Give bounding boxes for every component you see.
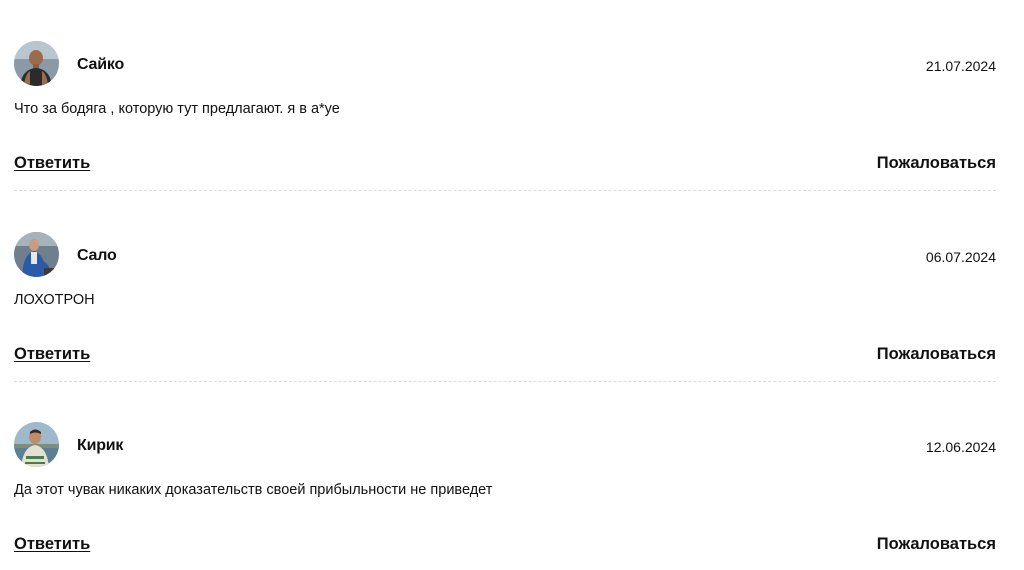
reply-button[interactable]: Ответить bbox=[14, 533, 90, 555]
comment-date: 21.07.2024 bbox=[925, 58, 996, 74]
comments-list: Сайко 21.07.2024 Что за бодяга , которую… bbox=[0, 0, 1024, 570]
user-photo-icon bbox=[14, 41, 59, 86]
report-button[interactable]: Пожаловаться bbox=[877, 343, 996, 365]
comment-text: Да этот чувак никаких доказательств свое… bbox=[14, 482, 493, 498]
comment-text: Что за бодяга , которую тут предлагают. … bbox=[14, 101, 340, 117]
comment-header: Сайко 21.07.2024 bbox=[14, 41, 996, 87]
comment-author: Сало bbox=[77, 247, 117, 264]
comment-item: Сало 06.07.2024 ЛОХОТРОН Ответить Пожало… bbox=[14, 232, 996, 382]
comment-item: Сайко 21.07.2024 Что за бодяга , которую… bbox=[14, 41, 996, 191]
comment-divider bbox=[14, 381, 996, 382]
user-photo-icon bbox=[14, 422, 59, 467]
comment-header: Кирик 12.06.2024 bbox=[14, 422, 996, 468]
user-photo-icon bbox=[14, 232, 59, 277]
comment-date: 12.06.2024 bbox=[925, 439, 996, 455]
comment-item: Кирик 12.06.2024 Да этот чувак никаких д… bbox=[14, 422, 996, 570]
report-button[interactable]: Пожаловаться bbox=[877, 152, 996, 174]
report-button[interactable]: Пожаловаться bbox=[877, 533, 996, 555]
avatar[interactable] bbox=[14, 41, 59, 86]
comment-author: Сайко bbox=[77, 56, 125, 73]
reply-button[interactable]: Ответить bbox=[14, 343, 90, 365]
comment-divider bbox=[14, 190, 996, 191]
comment-text: ЛОХОТРОН bbox=[14, 292, 95, 308]
comment-author: Кирик bbox=[77, 437, 124, 454]
avatar[interactable] bbox=[14, 232, 59, 277]
reply-button[interactable]: Ответить bbox=[14, 152, 90, 174]
avatar[interactable] bbox=[14, 422, 59, 467]
comment-date: 06.07.2024 bbox=[925, 249, 996, 265]
comment-header: Сало 06.07.2024 bbox=[14, 232, 996, 278]
